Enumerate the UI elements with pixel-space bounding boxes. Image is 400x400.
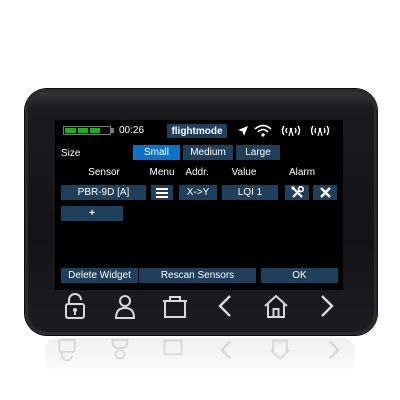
column-header-sensor: Sensor [88,167,120,178]
model-icon[interactable] [161,292,189,320]
address-button[interactable]: X->Y [179,185,217,200]
delete-widget-button[interactable]: Delete Widget [61,268,138,283]
sensor-select-button[interactable]: PBR-9D [A] [61,185,146,200]
battery-tip [111,128,114,133]
home-icon [269,339,290,360]
rf-signal-icon [310,125,330,137]
value-button[interactable]: LQI 1 [222,185,278,200]
display-screen: 00:26 flightmode Size Small Medium Large… [55,120,343,290]
size-option-large[interactable]: Large [236,145,280,160]
size-option-medium[interactable]: Medium [183,145,233,160]
alarm-settings-button[interactable] [285,185,309,200]
remove-sensor-button[interactable] [313,185,337,200]
home-icon[interactable] [262,292,290,320]
battery-segment [76,127,78,134]
clock-time: 00:26 [119,125,145,136]
user-icon [111,338,129,360]
tools-icon [291,186,304,198]
battery-segment [88,127,90,134]
sensor-menu-button[interactable] [151,185,173,200]
unlock-icon[interactable] [61,292,89,320]
hamburger-menu-icon [156,187,168,198]
size-label: Size [61,148,81,159]
wifi-icon [254,124,272,137]
reflection-icons [55,338,345,364]
battery-icon [63,126,111,135]
flight-mode-badge[interactable]: flightmode [167,124,227,138]
close-icon [319,187,331,198]
user-icon[interactable] [111,292,139,320]
rescan-sensors-button[interactable]: Rescan Sensors [139,268,256,283]
chevron-left-icon [219,340,231,360]
column-header-value: Value [231,167,257,178]
chevron-right-icon[interactable] [312,292,340,320]
battery-level-fill [65,128,100,133]
size-option-small[interactable]: Small [133,145,180,160]
column-header-addr: Addr. [185,167,209,178]
column-header-menu: Menu [149,167,175,178]
telemetry-signal-icon [281,125,301,137]
column-header-alarm: Alarm [288,167,316,178]
add-sensor-button[interactable]: + [61,206,123,221]
ok-button[interactable]: OK [261,268,338,283]
gps-arrow-icon [238,126,248,136]
battery-segment [100,127,102,134]
unlock-icon [58,338,76,362]
model-icon [163,339,183,356]
chevron-left-icon[interactable] [212,292,240,320]
chevron-right-icon [328,340,340,360]
